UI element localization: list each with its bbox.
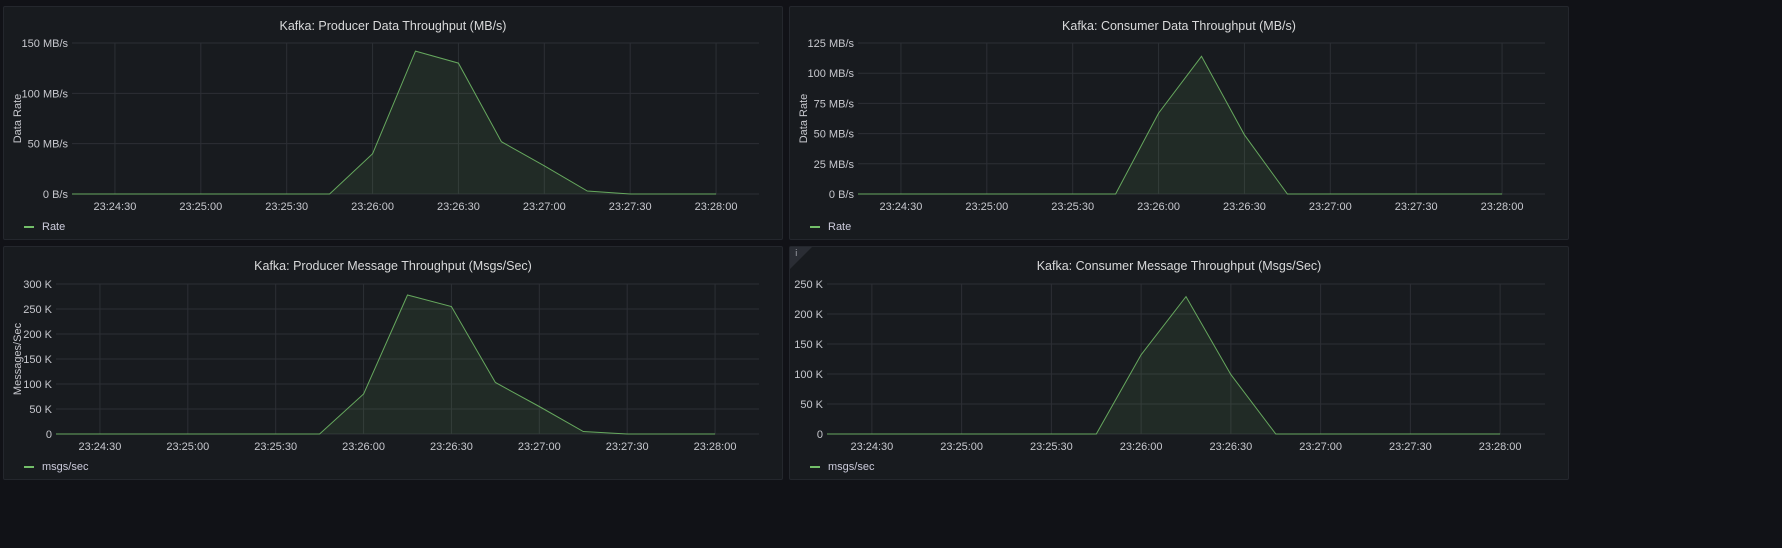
panel-consumer-message-throughput[interactable]: i Kafka: Consumer Message Throughput (Ms… [789, 246, 1569, 480]
producer-msgs-chart: 0 50 K 100 K 150 K 200 K 250 K 300 K 23:24:30 23… [12, 279, 759, 453]
x-tick-label: 23:26:30 [430, 441, 473, 453]
x-tick-label: 23:28:00 [1481, 201, 1524, 213]
x-tick-label: 23:25:00 [166, 441, 209, 453]
y-tick-label: 250 K [794, 279, 823, 291]
legend: msgs/sec [810, 461, 874, 473]
y-tick-label: 125 MB/s [808, 38, 855, 50]
x-tick-label: 23:25:00 [965, 201, 1008, 213]
y-tick-label: 100 MB/s [808, 68, 855, 80]
x-tick-label: 23:26:00 [342, 441, 385, 453]
legend: Rate [810, 221, 851, 233]
x-tick-label: 23:24:30 [94, 201, 137, 213]
y-tick-label: 200 K [794, 309, 823, 321]
series-area [56, 295, 716, 434]
y-tick-label: 300 K [23, 279, 52, 291]
x-tick-label: 23:27:00 [1309, 201, 1352, 213]
y-tick-label: 150 MB/s [22, 38, 69, 50]
y-tick-label: 100 MB/s [22, 88, 69, 100]
x-tick-label: 23:25:00 [179, 201, 222, 213]
x-tick-label: 23:25:30 [265, 201, 308, 213]
y-tick-label: 50 K [800, 399, 823, 411]
y-tick-label: 0 B/s [43, 189, 69, 201]
x-tick-label: 23:25:00 [940, 441, 983, 453]
y-tick-label: 75 MB/s [814, 98, 855, 110]
y-tick-label: 50 MB/s [28, 139, 69, 151]
panel-consumer-data-throughput[interactable]: Kafka: Consumer Data Throughput (MB/s) 0… [789, 6, 1569, 240]
consumer-data-chart: 0 B/s 25 MB/s 50 MB/s 75 MB/s 100 MB/s 125 MB… [798, 38, 1545, 213]
legend-swatch [24, 466, 34, 468]
legend-item-msgs-sec[interactable]: msgs/sec [828, 461, 874, 473]
y-tick-label: 0 B/s [829, 189, 855, 201]
panel-producer-data-throughput[interactable]: Kafka: Producer Data Throughput (MB/s) 0… [3, 6, 783, 240]
legend-item-rate[interactable]: Rate [828, 221, 851, 233]
x-tick-label: 23:27:00 [1299, 441, 1342, 453]
x-tick-label: 23:26:00 [1120, 441, 1163, 453]
x-tick-label: 23:27:30 [1389, 441, 1432, 453]
y-tick-label: 150 K [794, 339, 823, 351]
y-axis-label: Data Rate [798, 94, 810, 144]
x-tick-label: 23:27:30 [609, 201, 652, 213]
x-tick-label: 23:28:00 [1479, 441, 1522, 453]
y-tick-label: 25 MB/s [814, 159, 855, 171]
producer-data-chart: 0 B/s 50 MB/s 100 MB/s 150 MB/s 23:24:30 23:2… [12, 38, 759, 213]
x-tick-label: 23:24:30 [79, 441, 122, 453]
panel-producer-message-throughput[interactable]: Kafka: Producer Message Throughput (Msgs… [3, 246, 783, 480]
x-tick-label: 23:25:30 [1030, 441, 1073, 453]
x-tick-label: 23:27:00 [523, 201, 566, 213]
consumer-msgs-chart: 0 50 K 100 K 150 K 200 K 250 K 23:24:30 23:25:0… [794, 279, 1545, 453]
x-tick-label: 23:25:30 [1051, 201, 1094, 213]
x-tick-label: 23:26:30 [1223, 201, 1266, 213]
x-tick-label: 23:27:30 [606, 441, 649, 453]
x-tick-label: 23:24:30 [850, 441, 893, 453]
x-tick-label: 23:26:30 [1209, 441, 1252, 453]
y-tick-label: 100 K [794, 369, 823, 381]
series-area [858, 56, 1503, 194]
legend-item-rate[interactable]: Rate [42, 221, 65, 233]
x-tick-label: 23:27:30 [1395, 201, 1438, 213]
series-area [72, 51, 717, 194]
y-tick-label: 0 [46, 429, 52, 441]
x-tick-label: 23:26:00 [1137, 201, 1180, 213]
x-tick-label: 23:25:30 [254, 441, 297, 453]
y-tick-label: 150 K [23, 354, 52, 366]
legend-item-msgs-sec[interactable]: msgs/sec [42, 461, 88, 473]
y-tick-label: 0 [817, 429, 823, 441]
x-tick-label: 23:26:00 [351, 201, 394, 213]
legend: Rate [24, 221, 65, 233]
y-axis-label: Messages/Sec [12, 322, 24, 395]
y-axis-label: Data Rate [12, 94, 24, 144]
legend-swatch [810, 226, 820, 228]
legend-swatch [24, 226, 34, 228]
y-tick-label: 50 MB/s [814, 129, 855, 141]
x-tick-label: 23:28:00 [695, 201, 738, 213]
x-tick-label: 23:24:30 [880, 201, 923, 213]
y-tick-label: 200 K [23, 329, 52, 341]
y-tick-label: 250 K [23, 304, 52, 316]
x-tick-label: 23:27:00 [518, 441, 561, 453]
y-tick-label: 100 K [23, 379, 52, 391]
x-tick-label: 23:28:00 [694, 441, 737, 453]
series-area [827, 296, 1501, 434]
x-tick-label: 23:26:30 [437, 201, 480, 213]
legend-swatch [810, 466, 820, 468]
legend: msgs/sec [24, 461, 88, 473]
y-tick-label: 50 K [29, 404, 52, 416]
